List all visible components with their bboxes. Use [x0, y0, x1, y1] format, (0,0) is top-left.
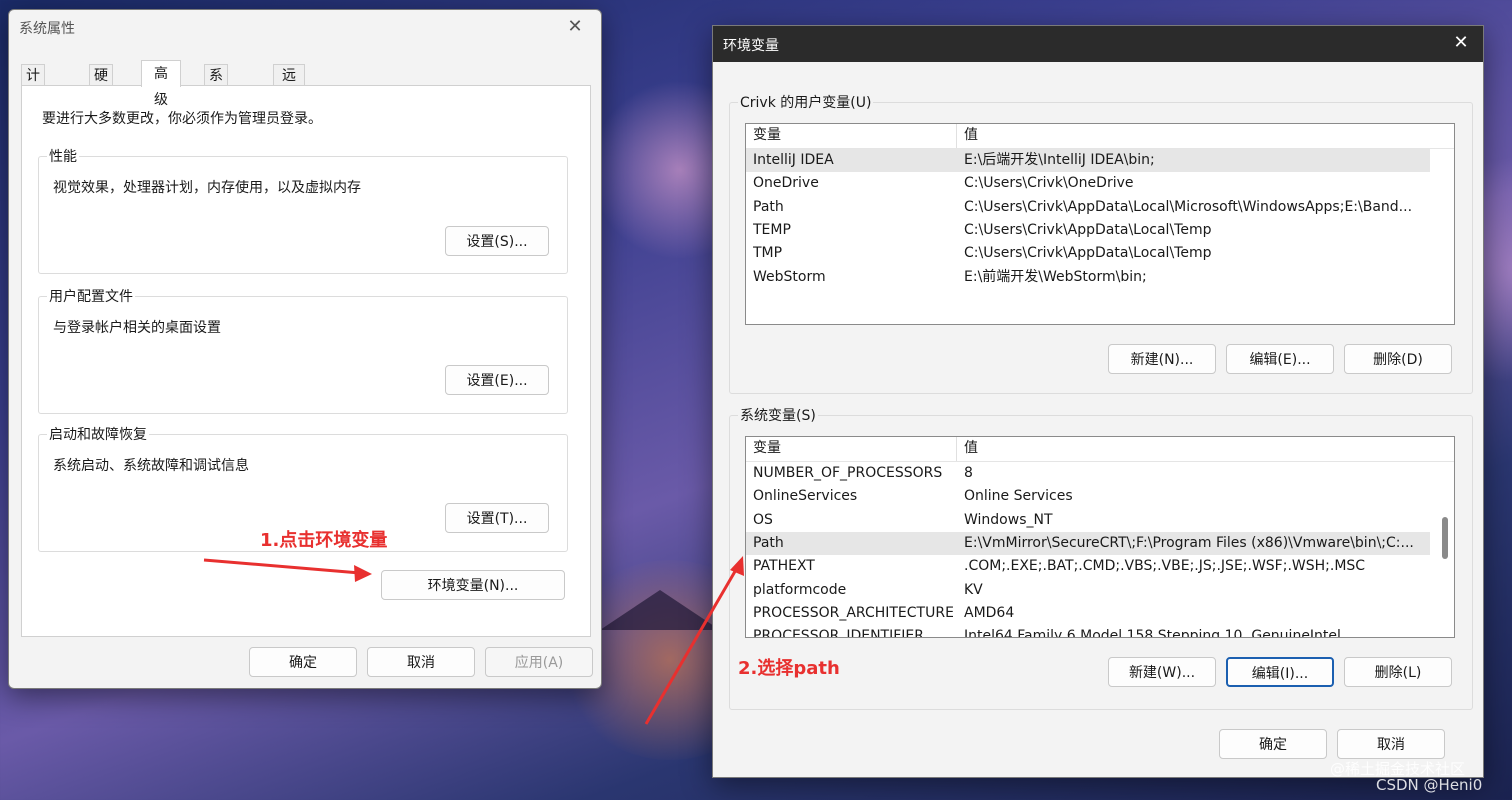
watermark-csdn: CSDN @Heni0: [1376, 776, 1483, 794]
annotation-arrows: [203, 556, 744, 725]
tab-advanced[interactable]: 高级: [141, 60, 181, 108]
arrow-step1-line: [203, 558, 361, 575]
annotation-step1: 1.点击环境变量: [260, 530, 388, 551]
arrow-step2-head: [730, 556, 744, 576]
annotation-step2: 2.选择path: [738, 658, 840, 679]
arrow-step1-head: [354, 565, 372, 582]
arrow-step2-line: [644, 567, 739, 725]
